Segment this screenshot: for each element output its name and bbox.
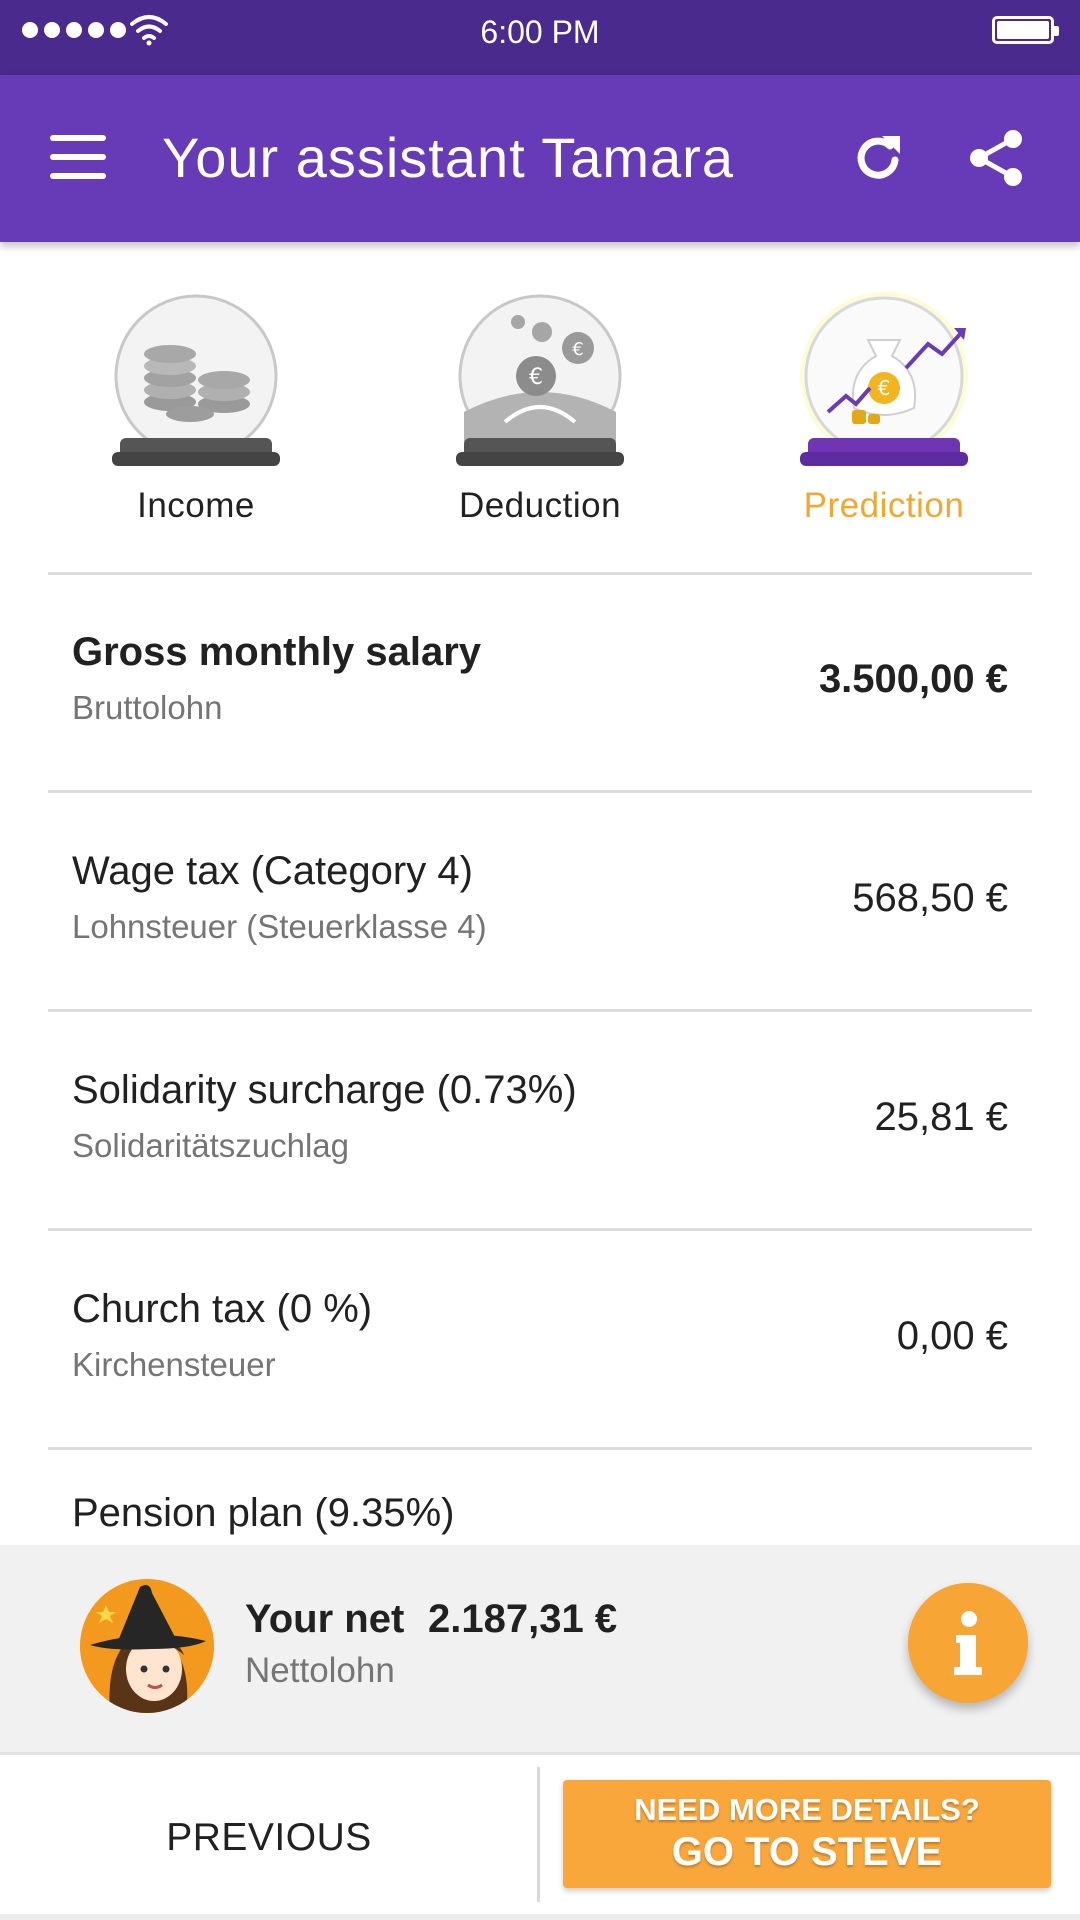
row-subtitle: Lohnsteuer (Steuerklasse 4) bbox=[72, 908, 487, 945]
list-item-solidarity-surcharge[interactable]: Solidarity surcharge (0.73%) Solidarität… bbox=[48, 1013, 1032, 1231]
svg-text:€: € bbox=[878, 376, 891, 400]
witch-assistant-avatar bbox=[80, 1579, 214, 1713]
salary-breakdown-list: Gross monthly salary Bruttolohn 3.500,00… bbox=[0, 575, 1080, 1545]
divider bbox=[537, 1767, 540, 1902]
row-title: Wage tax (Category 4) bbox=[72, 849, 473, 893]
tab-prediction[interactable]: € Prediction bbox=[764, 292, 1004, 532]
share-icon[interactable] bbox=[965, 127, 1027, 189]
tab-label: Prediction bbox=[803, 486, 965, 525]
svg-text:€: € bbox=[572, 339, 583, 360]
app-bar: Your assistant Tamara bbox=[0, 75, 1080, 242]
list-item-church-tax[interactable]: Church tax (0 %) Kirchensteuer 0,00 € bbox=[48, 1232, 1032, 1450]
go-to-steve-button[interactable]: NEED MORE DETAILS? GO TO STEVE bbox=[563, 1780, 1051, 1888]
bottom-navigation: PREVIOUS NEED MORE DETAILS? GO TO STEVE bbox=[0, 1752, 1080, 1920]
net-value: 2.187,31 € bbox=[428, 1597, 618, 1641]
tab-deduction[interactable]: € € Deduction bbox=[420, 292, 660, 532]
page-title: Your assistant Tamara bbox=[162, 126, 734, 189]
bottom-edge bbox=[0, 1914, 1080, 1920]
row-title: Gross monthly salary bbox=[72, 630, 482, 674]
tab-label: Deduction bbox=[458, 486, 622, 525]
row-amount: 3.500,00 € bbox=[818, 657, 1008, 701]
tab-bar: Income € € Deduction € Prediction bbox=[0, 242, 1080, 572]
euro-coins-globe-icon: € € bbox=[456, 294, 624, 466]
row-title: Solidarity surcharge (0.73%) bbox=[72, 1068, 577, 1112]
battery-icon bbox=[992, 16, 1059, 44]
list-item-wage-tax[interactable]: Wage tax (Category 4) Lohnsteuer (Steuer… bbox=[48, 794, 1032, 1012]
status-time: 6:00 PM bbox=[480, 14, 600, 50]
row-subtitle: Solidaritätszuchlag bbox=[72, 1127, 349, 1164]
row-title: Church tax (0 %) bbox=[72, 1287, 373, 1331]
net-label: Your net bbox=[245, 1597, 405, 1641]
info-icon[interactable] bbox=[908, 1583, 1028, 1703]
steve-button-line2: GO TO STEVE bbox=[671, 1830, 943, 1874]
status-bar: 6:00 PM bbox=[0, 0, 1080, 75]
money-bag-growth-globe-icon: € bbox=[800, 292, 968, 466]
row-amount: 25,81 € bbox=[874, 1095, 1008, 1139]
row-amount: 0,00 € bbox=[896, 1314, 1008, 1358]
tab-label: Income bbox=[137, 486, 255, 525]
net-subtitle: Nettolohn bbox=[245, 1651, 395, 1690]
row-subtitle: Kirchensteuer bbox=[72, 1346, 276, 1383]
net-summary-bar: Your net 2.187,31 € Nettolohn bbox=[0, 1545, 1080, 1752]
refresh-icon[interactable] bbox=[850, 130, 906, 186]
row-title: Pension plan (9.35%) bbox=[72, 1491, 455, 1535]
list-item-gross-salary[interactable]: Gross monthly salary Bruttolohn 3.500,00… bbox=[48, 575, 1032, 793]
tab-income[interactable]: Income bbox=[76, 292, 316, 532]
steve-button-line1: NEED MORE DETAILS? bbox=[634, 1792, 980, 1827]
hamburger-menu-icon[interactable] bbox=[50, 135, 110, 179]
row-subtitle: Bruttolohn bbox=[72, 689, 223, 726]
list-item-pension-plan[interactable]: Pension plan (9.35%) bbox=[48, 1451, 1032, 1545]
svg-text:€: € bbox=[529, 365, 543, 390]
coins-globe-icon bbox=[112, 294, 280, 466]
row-amount: 568,50 € bbox=[852, 876, 1008, 920]
previous-button[interactable]: PREVIOUS bbox=[0, 1755, 538, 1920]
